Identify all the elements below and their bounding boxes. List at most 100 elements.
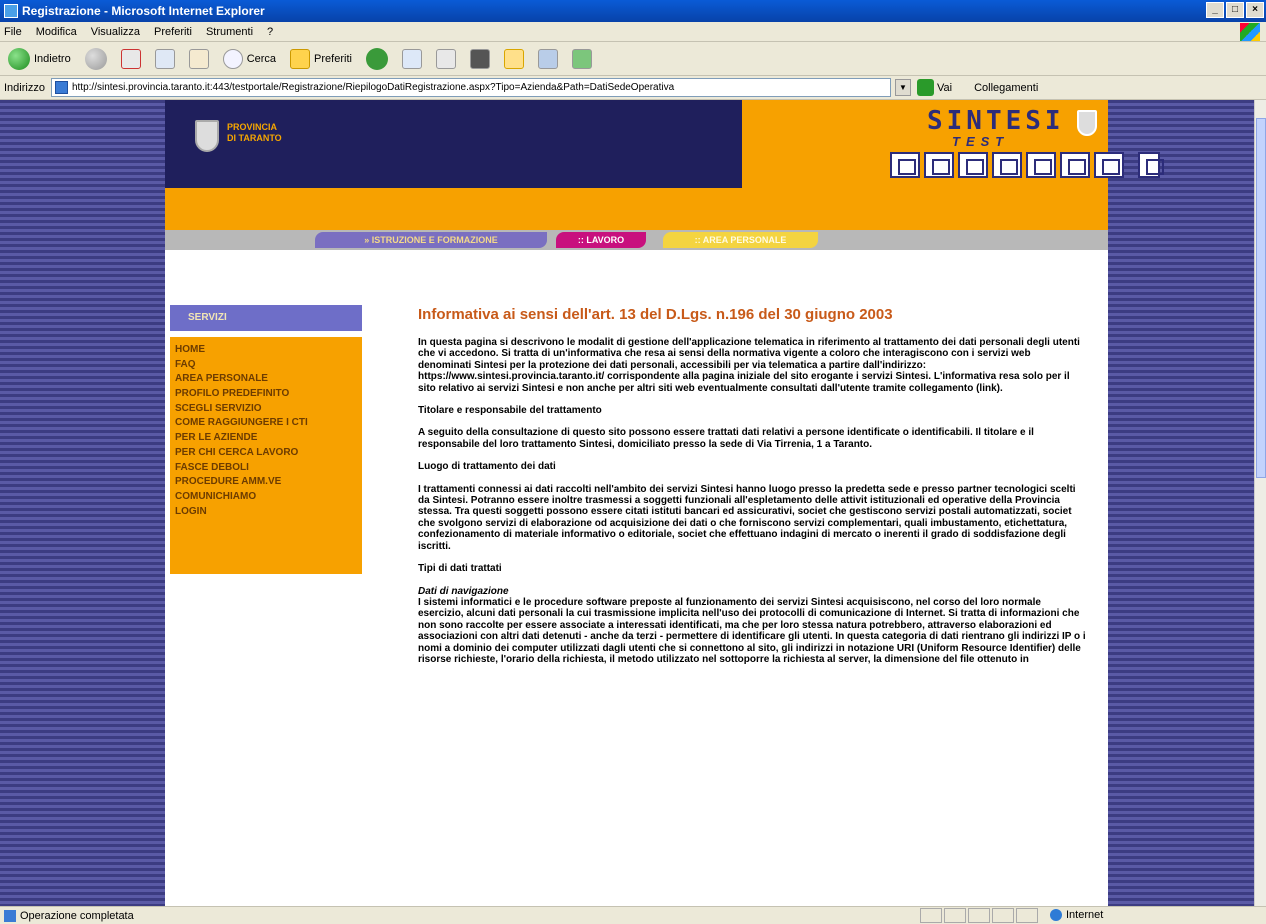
status-bar: Operazione completata Internet	[0, 906, 1266, 924]
menu-modifica[interactable]: Modifica	[36, 26, 77, 38]
tab-area-personale[interactable]: :: AREA PERSONALE	[663, 232, 818, 248]
history-icon	[365, 47, 388, 70]
status-cell	[992, 908, 1014, 923]
globe-icon	[1050, 909, 1062, 921]
research-button[interactable]	[534, 47, 562, 71]
sidebar-item-fasce-deboli[interactable]: FASCE DEBOLI	[175, 461, 362, 476]
section-heading-tipi: Tipi di dati trattati	[418, 563, 502, 575]
help-icon[interactable]	[1060, 152, 1090, 178]
address-label: Indirizzo	[4, 81, 45, 94]
mail-site-icon[interactable]	[1026, 152, 1056, 178]
refresh-button[interactable]	[151, 47, 179, 71]
stop-button[interactable]	[117, 47, 145, 71]
site-page: PROVINCIA DI TARANTO SINTESI TEST » ISTR…	[165, 100, 1164, 906]
search-button[interactable]: Cerca	[219, 47, 280, 71]
menu-preferiti[interactable]: Preferiti	[154, 26, 192, 38]
mail-button[interactable]	[398, 47, 426, 71]
search-label: Cerca	[246, 52, 277, 65]
folder-icon	[503, 48, 524, 69]
intro-paragraph: In questa pagina si descrivono le modali…	[418, 337, 1080, 394]
sidebar-item-login[interactable]: LOGIN	[175, 505, 362, 520]
province-line-2: DI TARANTO	[227, 133, 282, 143]
edit-icon	[469, 48, 490, 69]
site-header-left: PROVINCIA DI TARANTO	[165, 100, 742, 188]
titolare-paragraph: A seguito della consultazione di questo …	[418, 427, 1034, 450]
search-icon	[222, 48, 243, 69]
maximize-button[interactable]: □	[1226, 2, 1244, 18]
messenger-icon	[571, 48, 592, 69]
left-decoration	[0, 100, 165, 906]
refresh-icon	[154, 48, 175, 69]
page-done-icon	[4, 909, 16, 922]
tab-lavoro[interactable]: :: LAVORO	[556, 232, 646, 248]
mail-icon	[401, 48, 422, 69]
menu-file[interactable]: File	[4, 26, 22, 38]
minimize-button[interactable]: _	[1206, 2, 1224, 18]
security-zone: Internet	[1050, 909, 1103, 921]
main-content: Informativa ai sensi dell'art. 13 del D.…	[418, 306, 1086, 676]
favorites-button[interactable]: Preferiti	[286, 47, 356, 71]
status-cell	[920, 908, 942, 923]
home-site-icon[interactable]	[924, 152, 954, 178]
sidebar-item-area-personale[interactable]: AREA PERSONALE	[175, 372, 362, 387]
ie-icon	[4, 4, 18, 18]
address-input[interactable]: http://sintesi.provincia.taranto.it:443/…	[50, 78, 891, 97]
sidebar-item-cerca-lavoro[interactable]: PER CHI CERCA LAVORO	[175, 446, 362, 461]
accessibility-icon[interactable]	[1094, 152, 1124, 178]
forward-button[interactable]	[81, 46, 111, 72]
sidebar-item-aziende[interactable]: PER LE AZIENDE	[175, 431, 362, 446]
scrollbar-thumb[interactable]	[1256, 118, 1266, 478]
menu-strumenti[interactable]: Strumenti	[206, 26, 253, 38]
stop-icon	[120, 48, 141, 69]
research-icon	[537, 48, 558, 69]
sidebar-item-comunichiamo[interactable]: COMUNICHIAMO	[175, 490, 362, 505]
sitemap-icon[interactable]	[890, 152, 920, 178]
home-button[interactable]	[185, 47, 213, 71]
links-toolbar[interactable]: Collegamenti	[974, 82, 1038, 94]
vertical-scrollbar[interactable]	[1254, 100, 1266, 906]
section-heading-titolare: Titolare e responsabile del trattamento	[418, 405, 602, 417]
edit-button[interactable]	[466, 47, 494, 71]
messenger-button[interactable]	[568, 47, 596, 71]
address-url: http://sintesi.provincia.taranto.it:443/…	[71, 82, 675, 93]
sintesi-logo: SINTESI	[927, 106, 1065, 136]
page-title: Informativa ai sensi dell'art. 13 del D.…	[418, 306, 893, 323]
folder-button[interactable]	[500, 47, 528, 71]
structure-icon[interactable]	[992, 152, 1022, 178]
sintesi-test-label: TEST	[952, 134, 1010, 149]
back-arrow-icon	[8, 47, 30, 70]
status-cell	[1016, 908, 1038, 923]
sidebar-item-come-raggiungere[interactable]: COME RAGGIUNGERE I CTI	[175, 416, 362, 431]
search-site-icon[interactable]	[958, 152, 988, 178]
star-icon	[290, 48, 311, 69]
menu-help[interactable]: ?	[267, 26, 273, 38]
exit-icon[interactable]	[1138, 152, 1164, 178]
site-header-right: SINTESI TEST	[742, 100, 1164, 188]
page-icon	[54, 81, 68, 94]
go-label: Vai	[936, 81, 953, 94]
sidebar-item-scegli-servizio[interactable]: SCEGLI SERVIZIO	[175, 402, 362, 417]
province-crest-icon	[195, 120, 219, 152]
favorites-label: Preferiti	[314, 52, 352, 65]
address-dropdown-button[interactable]: ▼	[894, 79, 911, 96]
sidebar-item-procedure[interactable]: PROCEDURE AMM.VE	[175, 475, 362, 490]
go-arrow-icon	[916, 79, 934, 96]
right-decoration	[1108, 100, 1254, 906]
back-label: Indietro	[34, 52, 71, 65]
sidebar-item-profilo-predefinito[interactable]: PROFILO PREDEFINITO	[175, 387, 362, 402]
history-button[interactable]	[362, 46, 392, 72]
tab-istruzione-formazione[interactable]: » ISTRUZIONE E FORMAZIONE	[315, 232, 547, 248]
address-bar: Indirizzo http://sintesi.provincia.taran…	[0, 76, 1266, 100]
close-button[interactable]: ×	[1246, 2, 1264, 18]
print-button[interactable]	[432, 47, 460, 71]
menu-visualizza[interactable]: Visualizza	[91, 26, 140, 38]
window-title: Registrazione - Microsoft Internet Explo…	[22, 4, 265, 18]
header-strip	[165, 188, 1108, 230]
luogo-paragraph: I trattamenti connessi ai dati raccolti …	[418, 483, 1076, 552]
menu-bar: File Modifica Visualizza Preferiti Strum…	[0, 22, 1266, 42]
go-button[interactable]: Vai	[916, 79, 953, 96]
back-button[interactable]: Indietro	[4, 46, 75, 72]
sidebar-item-faq[interactable]: FAQ	[175, 358, 362, 373]
sidebar-item-home[interactable]: HOME	[175, 343, 362, 358]
header-icon-toolbar	[890, 152, 1164, 178]
